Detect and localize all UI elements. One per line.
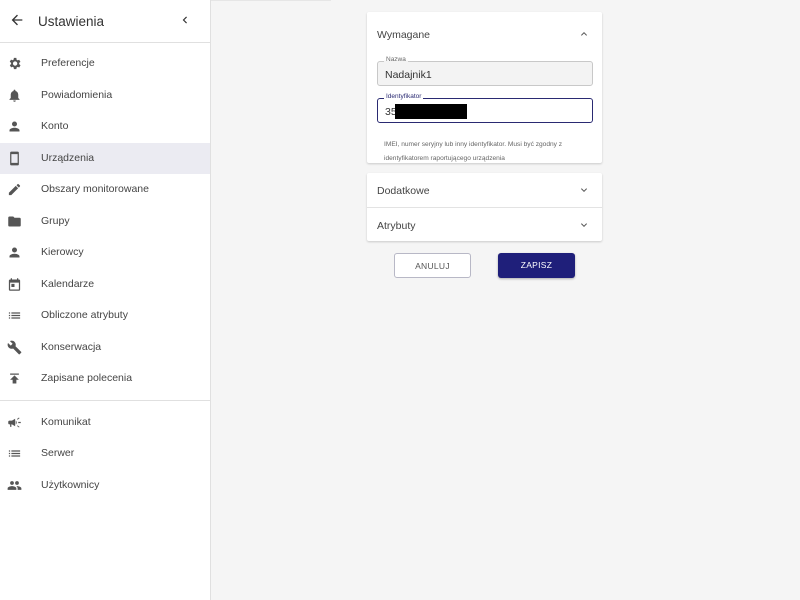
sidebar-item-saved-commands[interactable]: Zapisane polecenia: [0, 363, 210, 395]
megaphone-icon: [8, 417, 21, 427]
gear-icon: [9, 57, 21, 70]
name-field-value: Nadajnik1: [385, 69, 432, 81]
person-icon: [9, 121, 20, 132]
sidebar-item-preferences[interactable]: Preferencje: [0, 48, 210, 80]
chevron-up-icon: [581, 32, 587, 36]
sidebar-item-label: Konserwacja: [41, 340, 102, 353]
arrow-back-icon[interactable]: [9, 12, 25, 28]
sidebar-item-label: Kierowcy: [41, 246, 84, 258]
sidebar-item-label: Zapisane polecenia: [41, 372, 133, 384]
identifier-field-label: Identyfikator: [384, 93, 424, 101]
sidebar-item-label: Preferencje: [41, 57, 95, 69]
required-accordion-header[interactable]: Wymagane: [367, 12, 602, 56]
sidebar-item-label: Obszary monitorowane: [41, 183, 149, 195]
required-section: Wymagane Nazwa Nadajnik1 Identyfikator 3…: [367, 12, 602, 163]
sidebar-item-account[interactable]: Konto: [0, 111, 210, 143]
extra-accordion-header[interactable]: Dodatkowe: [367, 173, 602, 207]
sidebar-item-label: Urządzenia: [41, 151, 95, 164]
folder-icon: [8, 216, 21, 226]
sidebar-item-label: Komunikat: [41, 415, 91, 428]
sidebar-item-computed-attributes[interactable]: Obliczone atrybuty: [0, 300, 210, 332]
sidebar-item-server[interactable]: Serwer: [0, 438, 210, 470]
chevron-down-icon: [581, 223, 587, 227]
optional-sections: Dodatkowe Atrybuty: [367, 173, 602, 241]
sidebar-item-announcement[interactable]: Komunikat: [0, 407, 210, 439]
sidebar-item-users[interactable]: Użytkownicy: [0, 470, 210, 502]
cancel-button[interactable]: ANULUJ: [394, 253, 471, 278]
required-title: Wymagane: [377, 29, 431, 41]
sidebar-item-label: Serwer: [41, 447, 75, 459]
bell-icon: [9, 89, 20, 102]
list-icon: [8, 312, 21, 319]
redaction-block: [395, 104, 467, 119]
sidebar-item-label: Użytkownicy: [41, 478, 100, 491]
sidebar-item-label: Kalendarze: [41, 277, 95, 290]
sidebar-item-notifications[interactable]: Powiadomienia: [0, 80, 210, 112]
sidebar-item-devices[interactable]: Urządzenia: [0, 142, 210, 174]
settings-menu: Preferencje Powiadomienia Konto Urządzen…: [0, 43, 210, 395]
name-field-label: Nazwa: [384, 56, 408, 64]
server-list-icon: [8, 450, 21, 457]
attributes-accordion-header[interactable]: Atrybuty: [367, 207, 602, 241]
save-button[interactable]: ZAPISZ: [498, 253, 575, 278]
pencil-icon: [8, 183, 21, 196]
publish-icon: [10, 373, 19, 384]
attributes-title: Atrybuty: [377, 220, 416, 232]
sidebar-item-drivers[interactable]: Kierowcy: [0, 237, 210, 269]
sidebar-item-calendars[interactable]: Kalendarze: [0, 269, 210, 301]
settings-sidebar: Ustawienia Preferencje Powiadomienia Kon…: [0, 0, 211, 600]
admin-menu: Komunikat Serwer Użytkownicy: [0, 407, 210, 502]
sidebar-item-label: Obliczone atrybuty: [41, 309, 128, 321]
sidebar-item-label: Konto: [41, 120, 69, 132]
sidebar-item-geofences[interactable]: Obszary monitorowane: [0, 174, 210, 206]
chevron-left-icon[interactable]: [178, 13, 192, 27]
sidebar-item-label: Grupy: [41, 214, 70, 227]
extra-title: Dodatkowe: [377, 185, 430, 197]
wrench-icon: [7, 340, 22, 354]
sidebar-header: Ustawienia: [0, 0, 210, 43]
identifier-field[interactable]: Identyfikator 35: [377, 93, 593, 123]
sidebar-divider: [0, 399, 210, 401]
sidebar-title: Ustawienia: [38, 14, 105, 29]
sidebar-item-groups[interactable]: Grupy: [0, 206, 210, 238]
people-icon: [7, 480, 22, 490]
person-icon: [9, 247, 20, 258]
calendar-icon: [8, 277, 21, 291]
smartphone-icon: [10, 151, 19, 165]
sidebar-item-maintenance[interactable]: Konserwacja: [0, 332, 210, 364]
name-field[interactable]: Nazwa Nadajnik1: [377, 56, 593, 86]
identifier-helper-text: IMEI, numer seryjny lub inny identyfikat…: [384, 141, 563, 162]
device-edit-main: Wymagane Nazwa Nadajnik1 Identyfikator 3…: [211, 0, 800, 600]
chevron-down-icon: [581, 188, 587, 192]
sidebar-item-label: Powiadomienia: [41, 88, 113, 101]
